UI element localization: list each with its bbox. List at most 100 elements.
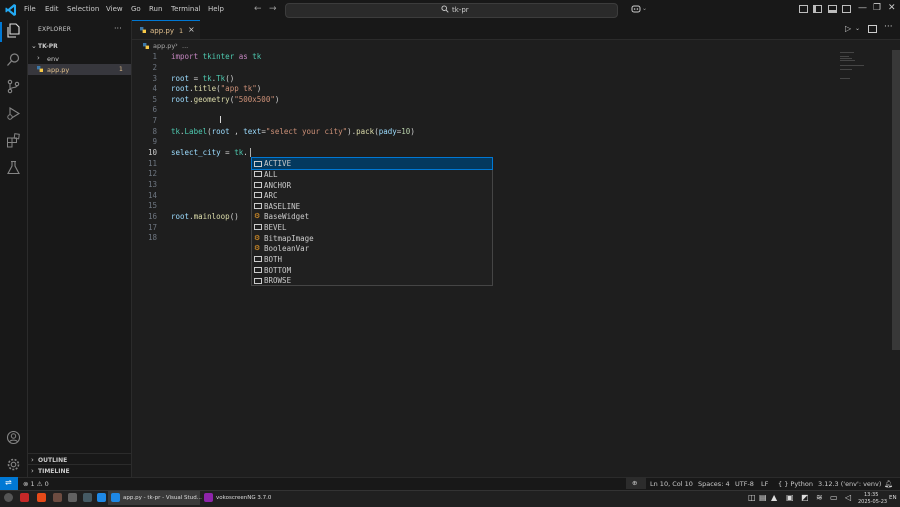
forward-arrow-icon[interactable]: → [269, 4, 277, 14]
app-icon[interactable] [20, 493, 29, 502]
keyboard-layout[interactable]: EN [889, 495, 897, 501]
bell-icon[interactable]: 🔔︎ [884, 480, 893, 488]
volume-icon[interactable]: ◁ [845, 493, 851, 502]
vokoscreen-icon[interactable] [204, 493, 213, 502]
gear-icon[interactable] [6, 457, 21, 472]
customize-layout-icon[interactable] [842, 5, 851, 13]
tray-icon[interactable]: ◩ [801, 493, 809, 502]
breadcrumb-symbols[interactable]: ... [182, 42, 188, 50]
account-icon[interactable] [6, 430, 21, 445]
tree-item-label: app.py [47, 66, 70, 74]
problems-status[interactable]: ⊗ 1 ⚠ 0 [23, 480, 49, 488]
run-python-file-icon[interactable]: ▷ [845, 24, 851, 33]
zoom-icon-glyph: ⊕ [632, 479, 638, 487]
suggest-item-label: BOTH [264, 255, 283, 265]
constant-symbol-icon [254, 267, 262, 273]
taskbar-window-title: vokoscreenNG 3.7.0 [216, 495, 272, 501]
menu-go[interactable]: Go [131, 5, 141, 13]
telegram-icon[interactable] [97, 493, 106, 502]
toggle-panel-icon[interactable] [813, 5, 822, 13]
more-actions-icon[interactable]: ··· [114, 24, 122, 33]
extensions-icon[interactable] [6, 133, 21, 148]
language-mode[interactable]: { } Python [778, 480, 813, 488]
tree-item-app-py[interactable] [28, 64, 131, 75]
back-arrow-icon[interactable]: ← [254, 4, 262, 14]
menu-file[interactable]: File [24, 5, 36, 13]
suggest-item[interactable] [252, 222, 492, 233]
tray-icon[interactable]: ◫ [748, 493, 756, 502]
tree-item-env[interactable] [28, 53, 131, 63]
run-debug-icon[interactable] [6, 106, 21, 121]
maximize-icon[interactable]: ❐ [873, 3, 881, 13]
active-indicator [0, 22, 2, 42]
close-tab-icon[interactable]: × [188, 25, 195, 34]
toggle-secondary-sidebar-icon[interactable] [828, 5, 837, 13]
chevron-right-icon[interactable]: › [37, 54, 40, 62]
minimap[interactable] [840, 50, 888, 80]
suggest-item[interactable] [252, 254, 492, 265]
menu-run[interactable]: Run [149, 5, 162, 13]
source-control-icon[interactable] [6, 79, 21, 94]
vertical-scrollbar[interactable] [892, 50, 900, 350]
suggest-item[interactable] [252, 169, 492, 180]
divider [28, 464, 131, 465]
line-number: 9 [152, 137, 157, 146]
chevron-down-icon[interactable]: ⌄ [31, 42, 37, 50]
suggest-item[interactable] [252, 190, 492, 201]
tab-bar [132, 20, 900, 40]
app-icon[interactable] [68, 493, 77, 502]
constant-symbol-icon [254, 192, 262, 199]
line-number: 3 [152, 74, 157, 83]
start-menu-icon[interactable] [4, 493, 13, 502]
split-editor-icon[interactable] [868, 25, 877, 33]
menu-terminal[interactable]: Terminal [171, 5, 201, 13]
outline-section[interactable]: OUTLINE [38, 457, 67, 464]
workspace-folder[interactable]: TK-PR [38, 43, 58, 50]
wifi-icon[interactable]: ≋ [816, 493, 823, 502]
menu-edit[interactable]: Edit [45, 5, 59, 13]
python-interpreter[interactable]: 3.12.3 ('env': venv) [818, 480, 881, 488]
clipboard-icon[interactable]: ▣ [786, 493, 794, 502]
close-icon[interactable]: ✕ [888, 3, 896, 13]
code-line-5: root.geometry("500x500") [171, 95, 280, 104]
minimize-icon[interactable]: — [858, 3, 867, 13]
breadcrumb-file[interactable]: app.py [153, 42, 175, 50]
constant-symbol-icon [254, 256, 262, 263]
suggest-item-label: ANCHOR [264, 180, 292, 190]
search-icon[interactable] [6, 52, 21, 67]
end-of-line[interactable]: LF [761, 480, 768, 488]
line-number: 6 [152, 105, 157, 114]
clock-time[interactable]: 13:35 [864, 492, 878, 498]
constant-symbol-icon [254, 277, 262, 284]
battery-icon[interactable]: ▭ [830, 493, 838, 502]
constant-symbol-icon [254, 171, 262, 178]
indentation[interactable]: Spaces: 4 [698, 480, 730, 488]
vscode-logo-icon [5, 4, 16, 16]
bell-icon[interactable]: ▲ [771, 493, 777, 502]
menu-view[interactable]: View [106, 5, 123, 13]
firefox-icon[interactable] [37, 493, 46, 502]
chevron-right-icon[interactable]: › [31, 456, 34, 464]
menu-help[interactable]: Help [208, 5, 224, 13]
more-actions-icon[interactable]: ··· [884, 22, 893, 32]
cursor-position[interactable]: Ln 10, Col 10 [650, 480, 693, 488]
chevron-down-icon[interactable]: ⌄ [855, 25, 860, 32]
tray-icon[interactable]: ▤ [759, 493, 767, 502]
explorer-icon[interactable] [6, 23, 21, 38]
breadcrumb [132, 40, 832, 50]
encoding[interactable]: UTF-8 [735, 480, 754, 488]
terminal-icon[interactable] [83, 493, 92, 502]
constant-symbol-icon [254, 224, 262, 231]
chevron-down-icon[interactable]: ⌄ [642, 5, 647, 12]
search-text: tk-pr [452, 6, 469, 14]
menu-selection[interactable]: Selection [67, 5, 99, 13]
line-number: 1 [152, 52, 157, 61]
files-icon[interactable] [53, 493, 62, 502]
testing-flask-icon[interactable] [6, 160, 21, 175]
toggle-primary-sidebar-icon[interactable] [799, 5, 808, 13]
clock-date[interactable]: 2025-05-23 [858, 499, 887, 505]
copilot-icon[interactable] [631, 4, 641, 14]
chevron-right-icon[interactable]: › [31, 467, 34, 475]
problem-count-badge: 1 [179, 27, 184, 35]
timeline-section[interactable]: TIMELINE [38, 468, 70, 475]
